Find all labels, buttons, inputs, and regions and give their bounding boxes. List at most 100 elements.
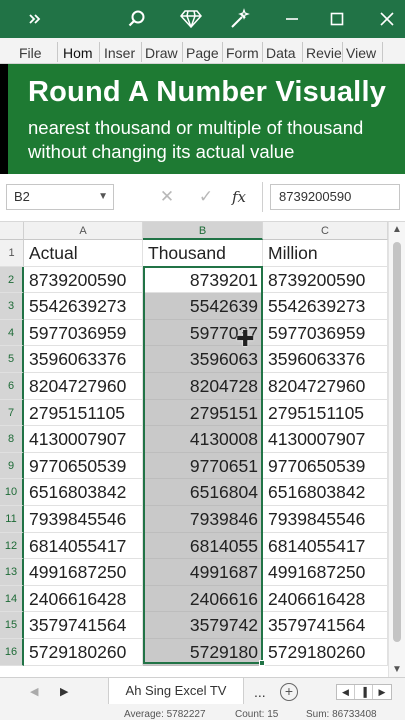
name-box[interactable]: B2 ▼ <box>6 184 114 210</box>
data-cell[interactable]: 5542639273 <box>24 293 143 320</box>
magic-wand-icon[interactable] <box>227 6 253 32</box>
sheet-tab-active[interactable]: Ah Sing Excel TV <box>108 678 244 704</box>
more-sheets-button[interactable]: ... <box>254 678 266 706</box>
scroll-down-icon[interactable]: ▼ <box>392 664 402 675</box>
maximize-icon[interactable] <box>324 6 350 32</box>
row-header[interactable]: 1 <box>0 240 24 267</box>
minimize-icon[interactable] <box>279 6 305 32</box>
data-cell[interactable]: 2795151 <box>143 399 263 427</box>
data-cell[interactable]: 3579741564 <box>263 612 388 639</box>
select-all-corner[interactable] <box>0 222 24 240</box>
search-icon[interactable] <box>124 6 150 32</box>
column-header-b[interactable]: B <box>143 222 263 240</box>
header-cell[interactable]: Million <box>263 240 388 267</box>
chevron-double-right-icon[interactable] <box>22 6 48 32</box>
scroll-right-icon[interactable]: ▶ <box>373 685 391 699</box>
close-icon[interactable] <box>374 6 400 32</box>
row-header[interactable]: 4 <box>0 319 24 347</box>
data-cell[interactable]: 7939846 <box>143 506 263 533</box>
confirm-entry-button[interactable]: ✓ <box>194 184 218 210</box>
data-cell[interactable]: 6814055417 <box>263 532 388 560</box>
fill-handle[interactable] <box>259 660 265 666</box>
data-cell[interactable]: 4991687 <box>143 559 263 586</box>
data-cell[interactable]: 5542639 <box>143 293 263 320</box>
data-cell[interactable]: 5977036959 <box>263 319 388 347</box>
add-sheet-button[interactable]: + <box>280 683 298 701</box>
diamond-icon[interactable] <box>178 6 204 32</box>
tab-view[interactable]: View <box>346 38 382 64</box>
row-header[interactable]: 12 <box>0 532 24 560</box>
data-cell[interactable]: 6516803842 <box>24 479 143 506</box>
row-header[interactable]: 13 <box>0 559 24 586</box>
data-cell[interactable]: 4991687250 <box>263 559 388 586</box>
data-cell[interactable]: 8739201 <box>143 266 263 294</box>
data-cell[interactable]: 2795151105 <box>263 399 388 427</box>
tab-draw[interactable]: Draw <box>145 38 181 64</box>
data-cell[interactable]: 8204728 <box>143 373 263 400</box>
data-cell[interactable]: 5729180260 <box>263 639 388 666</box>
chevron-down-icon[interactable]: ▼ <box>98 185 108 209</box>
scroll-left-icon[interactable]: ◀ <box>337 685 355 699</box>
tab-file[interactable]: File <box>19 38 42 64</box>
data-cell[interactable]: 9770651 <box>143 452 263 480</box>
tab-review[interactable]: Revie <box>306 38 342 64</box>
data-cell[interactable]: 7939845546 <box>263 506 388 533</box>
data-cell[interactable]: 4991687250 <box>24 559 143 586</box>
data-cell[interactable]: 2795151105 <box>24 399 143 427</box>
row-header[interactable]: 9 <box>0 452 24 480</box>
cancel-entry-button[interactable]: ✕ <box>155 184 179 210</box>
scroll-thumb[interactable] <box>393 242 401 642</box>
row-header[interactable]: 5 <box>0 346 24 373</box>
tab-home[interactable]: Hom <box>63 38 97 64</box>
data-cell[interactable]: 4130007907 <box>263 426 388 453</box>
data-cell[interactable]: 9770650539 <box>263 452 388 480</box>
data-cell[interactable]: 5729180260 <box>24 639 143 666</box>
scroll-up-icon[interactable]: ▲ <box>392 224 402 235</box>
column-header-c[interactable]: C <box>263 222 388 240</box>
data-cell[interactable]: 8739200590 <box>24 266 143 294</box>
data-cell[interactable]: 7939845546 <box>24 506 143 533</box>
data-cell[interactable]: 3579742 <box>143 612 263 639</box>
data-cell[interactable]: 6814055417 <box>24 532 143 560</box>
vertical-scrollbar[interactable]: ▲ ▼ <box>388 222 405 677</box>
sheet-next-icon[interactable]: ▶ <box>60 678 68 706</box>
data-cell[interactable]: 8739200590 <box>263 266 388 294</box>
data-cell[interactable]: 8204727960 <box>263 373 388 400</box>
data-cell[interactable]: 3596063376 <box>24 346 143 373</box>
data-cell[interactable]: 6516803842 <box>263 479 388 506</box>
data-cell[interactable]: 6516804 <box>143 479 263 506</box>
row-header[interactable]: 14 <box>0 585 24 613</box>
data-cell[interactable]: 2406616 <box>143 585 263 613</box>
data-cell[interactable]: 3596063376 <box>263 346 388 373</box>
row-header[interactable]: 6 <box>0 373 24 400</box>
data-cell[interactable]: 9770650539 <box>24 452 143 480</box>
data-cell[interactable]: 4130008 <box>143 426 263 453</box>
tab-page-layout[interactable]: Page <box>186 38 222 64</box>
data-cell[interactable]: 5729180 <box>143 639 263 666</box>
data-cell[interactable]: 5977036959 <box>24 319 143 347</box>
tab-formulas[interactable]: Form <box>226 38 262 64</box>
row-header[interactable]: 16 <box>0 639 24 666</box>
row-header[interactable]: 7 <box>0 399 24 427</box>
data-cell[interactable]: 8204727960 <box>24 373 143 400</box>
row-header[interactable]: 10 <box>0 479 24 506</box>
data-cell[interactable]: 2406616428 <box>24 585 143 613</box>
row-header[interactable]: 3 <box>0 293 24 320</box>
header-cell[interactable]: Actual <box>24 240 143 267</box>
row-header[interactable]: 15 <box>0 612 24 639</box>
row-header[interactable]: 2 <box>0 266 24 294</box>
sheet-prev-icon[interactable]: ◀ <box>30 678 38 706</box>
data-cell[interactable]: 3579741564 <box>24 612 143 639</box>
row-header[interactable]: 8 <box>0 426 24 453</box>
formula-input[interactable]: 8739200590 <box>270 184 400 210</box>
header-cell[interactable]: Thousand <box>143 240 263 267</box>
tab-data[interactable]: Data <box>266 38 300 64</box>
horizontal-scrollbar[interactable]: ◀ ▐ ▶ <box>336 684 392 700</box>
column-header-a[interactable]: A <box>24 222 143 240</box>
scroll-thumb-horizontal[interactable]: ▐ <box>355 685 373 699</box>
data-cell[interactable]: 2406616428 <box>263 585 388 613</box>
tab-insert[interactable]: Inser <box>104 38 140 64</box>
insert-function-button[interactable]: fx <box>232 184 246 210</box>
data-cell[interactable]: 6814055 <box>143 532 263 560</box>
row-header[interactable]: 11 <box>0 506 24 533</box>
